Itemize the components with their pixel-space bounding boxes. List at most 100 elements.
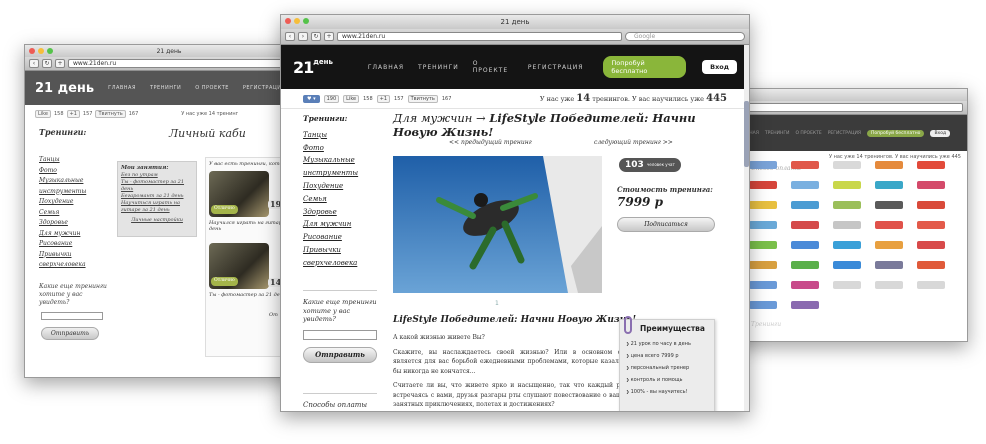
payment-logo-icon[interactable] — [791, 301, 819, 309]
back-icon[interactable]: ‹ — [29, 59, 39, 68]
menu-item-drawing[interactable]: Рисование — [303, 231, 375, 244]
right-enter-button[interactable]: Вход — [930, 129, 951, 137]
back-icon[interactable]: ‹ — [285, 32, 295, 41]
payment-logo-icon[interactable] — [875, 281, 903, 289]
menu-item-habits[interactable]: Привычки сверхчеловека — [303, 244, 375, 270]
my-class-link[interactable]: Научиться играть на гитаре за 21 день — [121, 200, 193, 214]
payment-logo-icon[interactable] — [791, 281, 819, 289]
scrollbar-thumb[interactable] — [744, 101, 749, 167]
left-plus-button[interactable]: +1 — [66, 110, 80, 118]
left-like-button[interactable]: Like — [35, 110, 51, 118]
left-menu-item[interactable]: Для мужчин — [39, 229, 109, 240]
left-nav-about[interactable]: О ПРОЕКТЕ — [195, 85, 229, 91]
payment-logo-icon[interactable] — [791, 201, 819, 209]
menu-item-family[interactable]: Семья — [303, 193, 375, 206]
payment-logo-icon[interactable] — [833, 181, 861, 189]
payment-logo-icon[interactable] — [917, 281, 945, 289]
right-try-button[interactable]: Попробуй бесплатно — [867, 129, 925, 137]
payment-logo-icon[interactable] — [917, 181, 945, 189]
main-suggest-input[interactable] — [303, 330, 377, 340]
forward-icon[interactable]: › — [298, 32, 308, 41]
left-menu-item[interactable]: Похудение — [39, 197, 109, 208]
payment-logo-icon[interactable] — [917, 221, 945, 229]
left-send-button[interactable]: Отправить — [41, 327, 99, 340]
payment-logo-icon[interactable] — [917, 241, 945, 249]
payment-logo-icon[interactable] — [791, 241, 819, 249]
payment-logo-icon[interactable] — [749, 261, 777, 269]
reload-icon[interactable]: ↻ — [311, 32, 321, 41]
payment-logo-icon[interactable] — [875, 221, 903, 229]
payment-logo-icon[interactable] — [791, 161, 819, 169]
payment-logo-icon[interactable] — [875, 181, 903, 189]
payment-logo-icon[interactable] — [875, 241, 903, 249]
feed-photo-camera[interactable]: Отлично — [209, 242, 269, 289]
left-menu-item[interactable]: Фото — [39, 166, 109, 177]
payment-logo-icon[interactable] — [875, 161, 903, 169]
menu-item-music[interactable]: Музыкальные инструменты — [303, 154, 375, 180]
payment-logo-icon[interactable] — [749, 161, 777, 169]
main-try-button[interactable]: Попробуй бесплатно — [603, 56, 687, 78]
reload-icon[interactable]: ↻ — [42, 59, 52, 68]
payment-logo-icon[interactable] — [749, 181, 777, 189]
payment-logo-icon[interactable] — [833, 241, 861, 249]
main-nav-about[interactable]: О ПРОЕКТЕ — [473, 60, 514, 74]
payment-logo-icon[interactable] — [833, 261, 861, 269]
main-send-button[interactable]: Отправить — [303, 347, 377, 363]
main-logo[interactable]: 21день — [293, 58, 368, 77]
main-search-field[interactable]: Google — [625, 32, 745, 41]
minimize-dot-icon[interactable] — [294, 18, 300, 24]
left-menu-item[interactable]: Привычки сверхчеловека — [39, 250, 109, 271]
left-nav-home[interactable]: ГЛАВНАЯ — [108, 85, 136, 91]
main-nav-trainings[interactable]: ТРЕНИНГИ — [418, 64, 459, 71]
heart-icon[interactable]: ♥ ▾ — [303, 94, 320, 103]
left-menu-item[interactable]: Музыкальные инструменты — [39, 176, 109, 197]
payment-logo-icon[interactable] — [749, 201, 777, 209]
settings-link[interactable]: Личные настройки — [121, 217, 193, 224]
left-tweet-button[interactable]: Твитнуть — [95, 110, 126, 118]
main-nav-register[interactable]: РЕГИСТРАЦИЯ — [528, 64, 583, 71]
payment-logo-icon[interactable] — [917, 261, 945, 269]
left-url-field[interactable]: www.21den.ru — [68, 59, 309, 68]
my-class-link[interactable]: Бегаромант за 21 день — [121, 193, 193, 200]
payment-logo-icon[interactable] — [833, 201, 861, 209]
left-menu-item[interactable]: Семья — [39, 208, 109, 219]
payment-logo-icon[interactable] — [875, 261, 903, 269]
my-class-link[interactable]: Без по утрам — [121, 172, 193, 179]
payment-logo-icon[interactable] — [749, 221, 777, 229]
photo-page-number[interactable]: 1 — [495, 300, 499, 307]
add-icon[interactable]: + — [324, 32, 334, 41]
payment-logo-icon[interactable] — [833, 281, 861, 289]
payment-logo-icon[interactable] — [875, 201, 903, 209]
payment-logo-icon[interactable] — [833, 161, 861, 169]
menu-item-weight[interactable]: Похудение — [303, 180, 375, 193]
right-url-field[interactable] — [735, 103, 963, 112]
left-nav-trainings[interactable]: ТРЕНИНГИ — [150, 85, 181, 91]
menu-item-health[interactable]: Здоровье — [303, 206, 375, 219]
my-class-link[interactable]: Ты - фотомастер за 21 день — [121, 179, 193, 193]
close-dot-icon[interactable] — [29, 48, 35, 54]
payment-methods-link[interactable]: Способы оплаты — [303, 401, 367, 409]
close-dot-icon[interactable] — [285, 18, 291, 24]
main-nav-home[interactable]: ГЛАВНАЯ — [368, 64, 404, 71]
payment-logo-icon[interactable] — [917, 201, 945, 209]
payment-logo-icon[interactable] — [791, 221, 819, 229]
menu-item-men[interactable]: Для мужчин — [303, 218, 375, 231]
feed-photo-guitar[interactable]: Отлично — [209, 170, 269, 217]
menu-item-dance[interactable]: Танцы — [303, 129, 375, 142]
main-plus-button[interactable]: +1 — [376, 94, 391, 103]
main-enter-button[interactable]: Вход — [702, 60, 737, 74]
right-nav-register[interactable]: РЕГИСТРАЦИЯ — [828, 131, 861, 136]
zoom-dot-icon[interactable] — [303, 18, 309, 24]
left-logo[interactable]: 21 день — [35, 81, 94, 96]
subscribe-button[interactable]: Подписаться — [617, 217, 715, 232]
left-menu-item[interactable]: Танцы — [39, 155, 109, 166]
payment-logo-icon[interactable] — [917, 161, 945, 169]
right-more-link[interactable]: Тренинги — [751, 321, 781, 328]
main-like-button[interactable]: Like — [343, 94, 360, 103]
left-menu-item[interactable]: Здоровье — [39, 218, 109, 229]
payment-logo-icon[interactable] — [749, 281, 777, 289]
menu-item-photo[interactable]: Фото — [303, 142, 375, 155]
zoom-dot-icon[interactable] — [47, 48, 53, 54]
next-training-link[interactable]: следующий тренинг >> — [594, 139, 673, 146]
payment-logo-icon[interactable] — [749, 241, 777, 249]
